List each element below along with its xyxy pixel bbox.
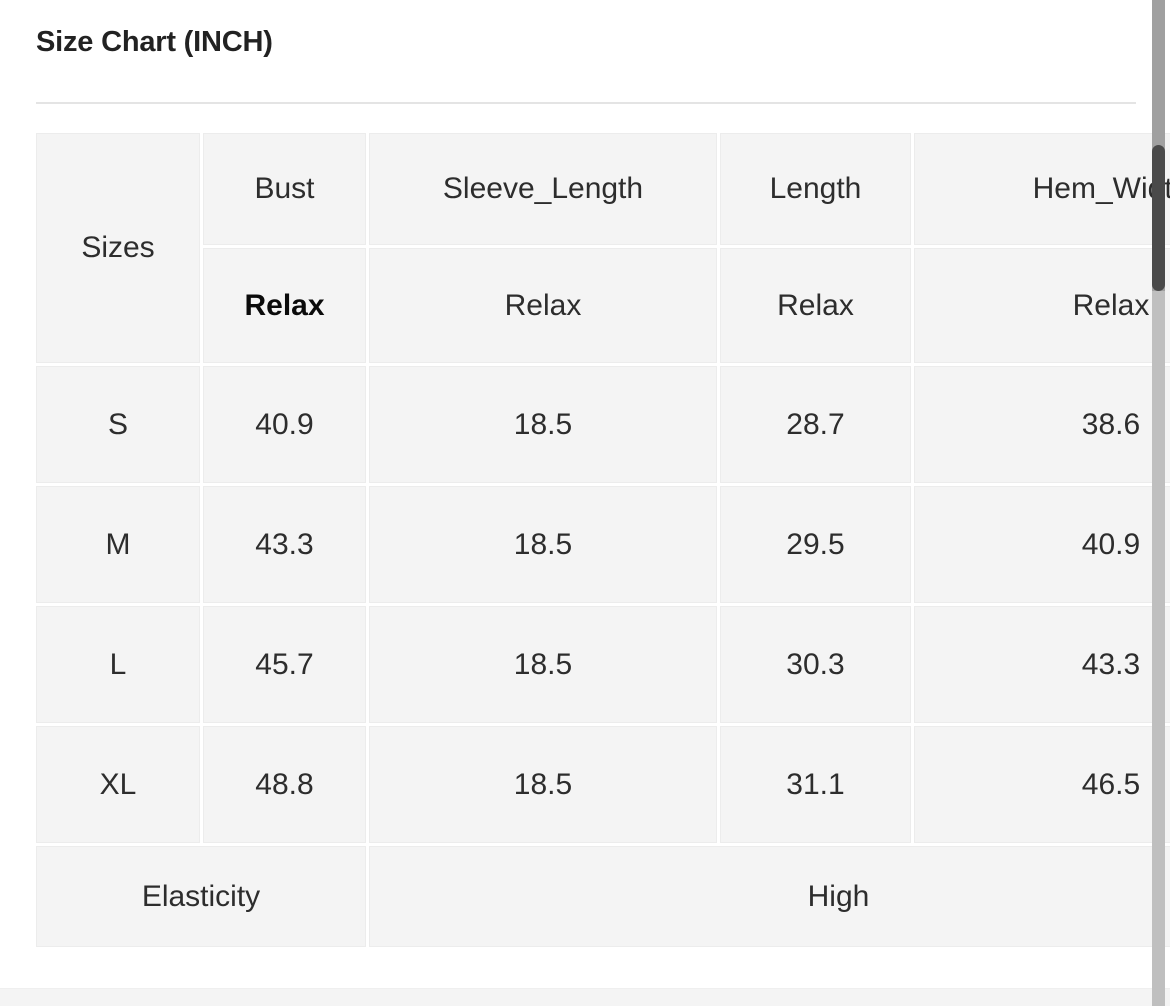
- page-title: Size Chart (INCH): [36, 26, 273, 58]
- scrollbar-thumb[interactable]: [1152, 145, 1165, 291]
- cell-hem-width: 38.6: [914, 366, 1170, 483]
- header-hem-width: Hem_Width: [914, 133, 1170, 245]
- subheader-sleeve-length-fit: Relax: [369, 248, 717, 363]
- cell-hem-width: 43.3: [914, 606, 1170, 723]
- title-divider: [36, 102, 1136, 104]
- cell-bust: 48.8: [203, 726, 366, 843]
- cell-length: 29.5: [720, 486, 911, 603]
- cell-length: 30.3: [720, 606, 911, 723]
- cell-sleeve-length: 18.5: [369, 366, 717, 483]
- size-chart-page: Size Chart (INCH) Sizes Bust Sleeve_Leng…: [0, 0, 1170, 1006]
- table-row-elasticity: Elasticity High: [36, 846, 1170, 947]
- cell-bust: 45.7: [203, 606, 366, 723]
- footer-band: [0, 988, 1170, 1006]
- cell-sleeve-length: 18.5: [369, 606, 717, 723]
- header-length: Length: [720, 133, 911, 245]
- table-row: L 45.7 18.5 30.3 43.3: [36, 606, 1170, 723]
- subheader-hem-width-fit: Relax: [914, 248, 1170, 363]
- cell-length: 31.1: [720, 726, 911, 843]
- cell-length: 28.7: [720, 366, 911, 483]
- elasticity-label: Elasticity: [36, 846, 366, 947]
- table-header-row-measure: Sizes Bust Sleeve_Length Length Hem_Widt…: [36, 133, 1170, 363]
- cell-hem-width: 46.5: [914, 726, 1170, 843]
- scrollbar-track-lower[interactable]: [1152, 291, 1165, 1006]
- cell-sleeve-length: 18.5: [369, 726, 717, 843]
- header-bust: Bust: [203, 133, 366, 245]
- size-label: S: [36, 366, 200, 483]
- table-row: XL 48.8 18.5 31.1 46.5: [36, 726, 1170, 843]
- header-sleeve-length: Sleeve_Length: [369, 133, 717, 245]
- size-chart-table: Sizes Bust Sleeve_Length Length Hem_Widt…: [36, 133, 1170, 950]
- elasticity-value: High: [369, 846, 1170, 947]
- table-row: M 43.3 18.5 29.5 40.9: [36, 486, 1170, 603]
- size-chart-table-container: Sizes Bust Sleeve_Length Length Hem_Widt…: [36, 133, 1170, 950]
- cell-bust: 40.9: [203, 366, 366, 483]
- size-label: L: [36, 606, 200, 723]
- size-label: XL: [36, 726, 200, 843]
- table-header-row-fit: Relax Relax Relax Relax: [36, 248, 1170, 363]
- vertical-scrollbar[interactable]: [1152, 0, 1165, 1006]
- cell-bust: 43.3: [203, 486, 366, 603]
- cell-sleeve-length: 18.5: [369, 486, 717, 603]
- size-label: M: [36, 486, 200, 603]
- cell-hem-width: 40.9: [914, 486, 1170, 603]
- subheader-length-fit: Relax: [720, 248, 911, 363]
- header-sizes: Sizes: [36, 133, 200, 363]
- subheader-bust-fit: Relax: [203, 248, 366, 363]
- table-row: S 40.9 18.5 28.7 38.6: [36, 366, 1170, 483]
